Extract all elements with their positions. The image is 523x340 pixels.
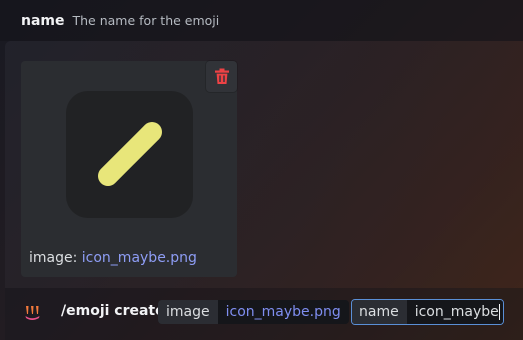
option-name-input[interactable]: icon_maybe (406, 300, 503, 324)
option-hint-bar: name The name for the emoji (0, 0, 523, 41)
caption-prefix: image: (29, 250, 82, 266)
delete-attachment-button[interactable] (206, 61, 237, 92)
diagonal-pill-icon (98, 122, 162, 186)
command-option-image[interactable]: image icon_maybe.png (158, 300, 349, 324)
option-name-label: name (352, 300, 407, 324)
option-image-value[interactable]: icon_maybe.png (217, 300, 349, 324)
option-hint-name: name (21, 12, 65, 29)
text-cursor (498, 304, 500, 320)
option-image-label: image (158, 300, 218, 324)
caption-filename[interactable]: icon_maybe.png (82, 250, 197, 266)
bot-app-icon[interactable] (23, 302, 43, 322)
attachment-preview-image (66, 91, 193, 218)
trash-icon (214, 68, 229, 84)
option-name-value[interactable]: icon_maybe (415, 304, 499, 320)
option-hint-description: The name for the emoji (72, 13, 220, 28)
attachment-caption: image: icon_maybe.png (29, 250, 197, 266)
slash-command-name: /emoji create (61, 303, 165, 319)
command-option-name[interactable]: name icon_maybe (351, 299, 504, 325)
